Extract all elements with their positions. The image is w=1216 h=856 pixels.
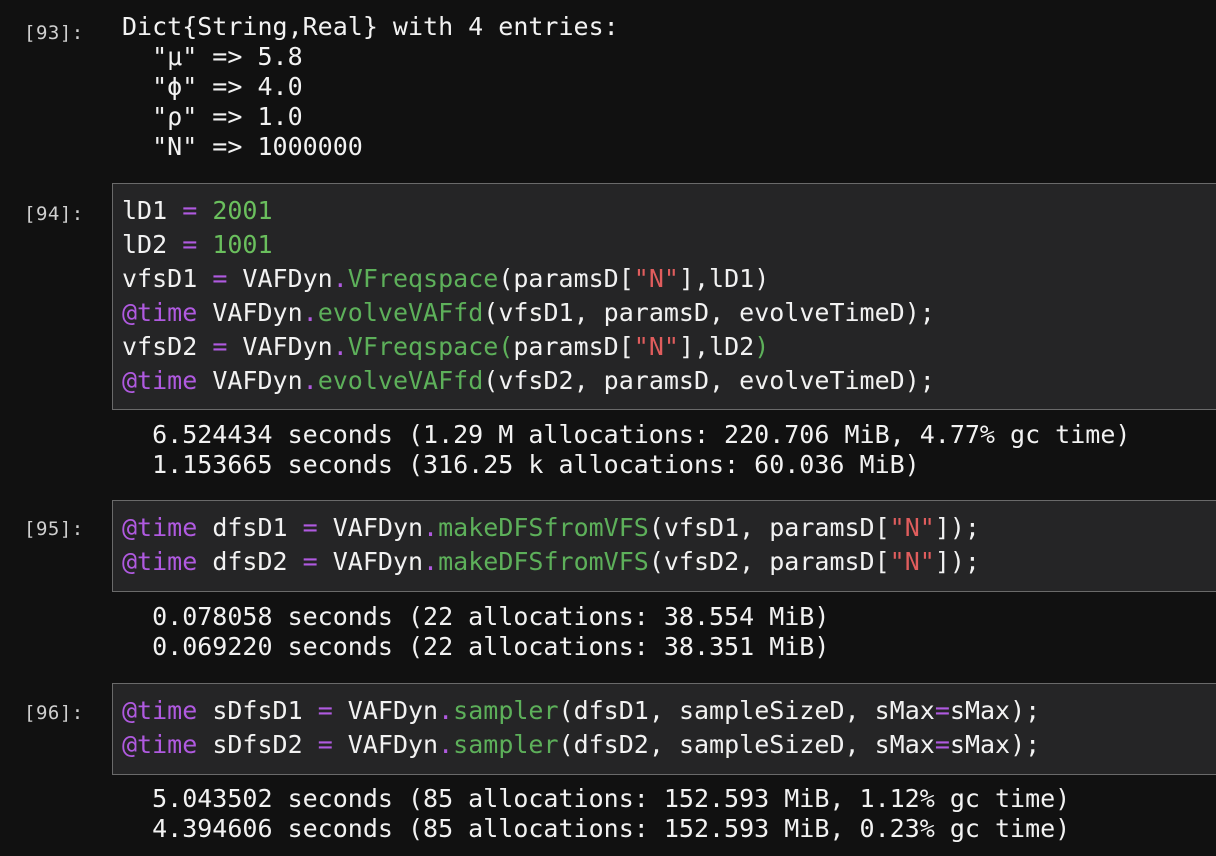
output-94-line-2: 1.153665 seconds (316.25 k allocations: … bbox=[122, 450, 920, 479]
output-96-line-1: 5.043502 seconds (85 allocations: 152.59… bbox=[122, 784, 1071, 813]
output-93-line-3: "ϕ" => 4.0 bbox=[122, 72, 303, 101]
output-93-line-5: "N" => 1000000 bbox=[122, 132, 363, 161]
code-94-line-2: lD2 = 1001 bbox=[122, 230, 273, 259]
code-94-line-1: lD1 = 2001 bbox=[122, 196, 273, 225]
code-96-line-1: @time sDfsD1 = VAFDyn.sampler(dfsD1, sam… bbox=[122, 696, 1041, 725]
prompt-95: [95]: bbox=[24, 518, 84, 540]
code-94-line-5: vfsD2 = VAFDyn.VFreqspace(paramsD["N"],l… bbox=[122, 332, 770, 361]
output-94-line-1: 6.524434 seconds (1.29 M allocations: 22… bbox=[122, 420, 1131, 449]
prompt-93: [93]: bbox=[24, 22, 84, 44]
code-95-line-1: @time dfsD1 = VAFDyn.makeDFSfromVFS(vfsD… bbox=[122, 513, 980, 542]
output-93-line-2: "μ" => 5.8 bbox=[122, 42, 303, 71]
output-93-line-4: "ρ" => 1.0 bbox=[122, 102, 303, 131]
prompt-96: [96]: bbox=[24, 702, 84, 724]
code-95-line-2: @time dfsD2 = VAFDyn.makeDFSfromVFS(vfsD… bbox=[122, 547, 980, 576]
code-96-line-2: @time sDfsD2 = VAFDyn.sampler(dfsD2, sam… bbox=[122, 730, 1041, 759]
output-95-line-2: 0.069220 seconds (22 allocations: 38.351… bbox=[122, 632, 830, 661]
code-94-line-3: vfsD1 = VAFDyn.VFreqspace(paramsD["N"],l… bbox=[122, 264, 770, 293]
output-93-line-1: Dict{String,Real} with 4 entries: bbox=[122, 12, 619, 41]
output-95-line-1: 0.078058 seconds (22 allocations: 38.554… bbox=[122, 602, 830, 631]
output-96-line-2: 4.394606 seconds (85 allocations: 152.59… bbox=[122, 814, 1071, 843]
prompt-94: [94]: bbox=[24, 203, 84, 225]
code-94-line-4: @time VAFDyn.evolveVAFfd(vfsD1, paramsD,… bbox=[122, 298, 935, 327]
code-94-line-6: @time VAFDyn.evolveVAFfd(vfsD2, paramsD,… bbox=[122, 366, 935, 395]
